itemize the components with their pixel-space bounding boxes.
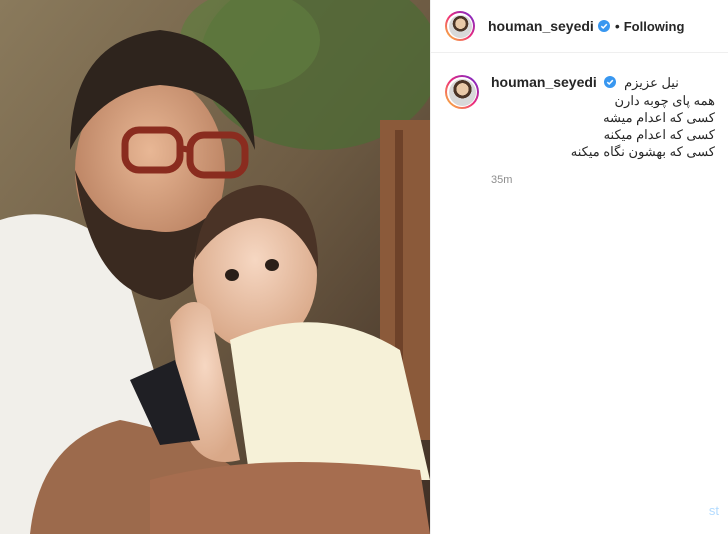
- partial-post-button[interactable]: st: [709, 503, 719, 518]
- post-photo[interactable]: [0, 0, 430, 534]
- caption-avatar[interactable]: [445, 75, 479, 109]
- caption-line: کسی که بهشون نگاه میکنه: [570, 144, 715, 159]
- verified-badge-icon: [597, 20, 610, 32]
- following-button[interactable]: Following: [624, 19, 685, 34]
- author-avatar[interactable]: [445, 11, 475, 41]
- author-username[interactable]: houman_seyedi: [488, 18, 594, 34]
- caption-line: نیل عزیزم: [624, 75, 679, 90]
- photo-father-and-child: [0, 0, 430, 534]
- caption-username[interactable]: houman_seyedi: [491, 74, 597, 90]
- caption-line: کسی که اعدام میشه: [603, 110, 715, 125]
- verified-badge-icon: [604, 76, 617, 88]
- avatar-image: [448, 78, 476, 106]
- post-header: houman_seyedi • Following: [431, 0, 728, 53]
- caption-text: همه پای چوبه دارن کسی که اعدام میشه کسی …: [491, 92, 715, 160]
- post-timestamp[interactable]: 35m: [491, 174, 715, 186]
- separator-dot: •: [614, 18, 620, 34]
- caption-first-line: houman_seyedi نیل عزیزم: [491, 73, 715, 92]
- post-sidebar: houman_seyedi • Following houman_seyedi …: [430, 0, 728, 534]
- caption-line: کسی که اعدام میکنه: [603, 127, 715, 142]
- avatar-image: [448, 14, 472, 38]
- caption-line: همه پای چوبه دارن: [614, 93, 716, 108]
- post-caption: houman_seyedi نیل عزیزم همه پای چوبه دار…: [431, 53, 728, 186]
